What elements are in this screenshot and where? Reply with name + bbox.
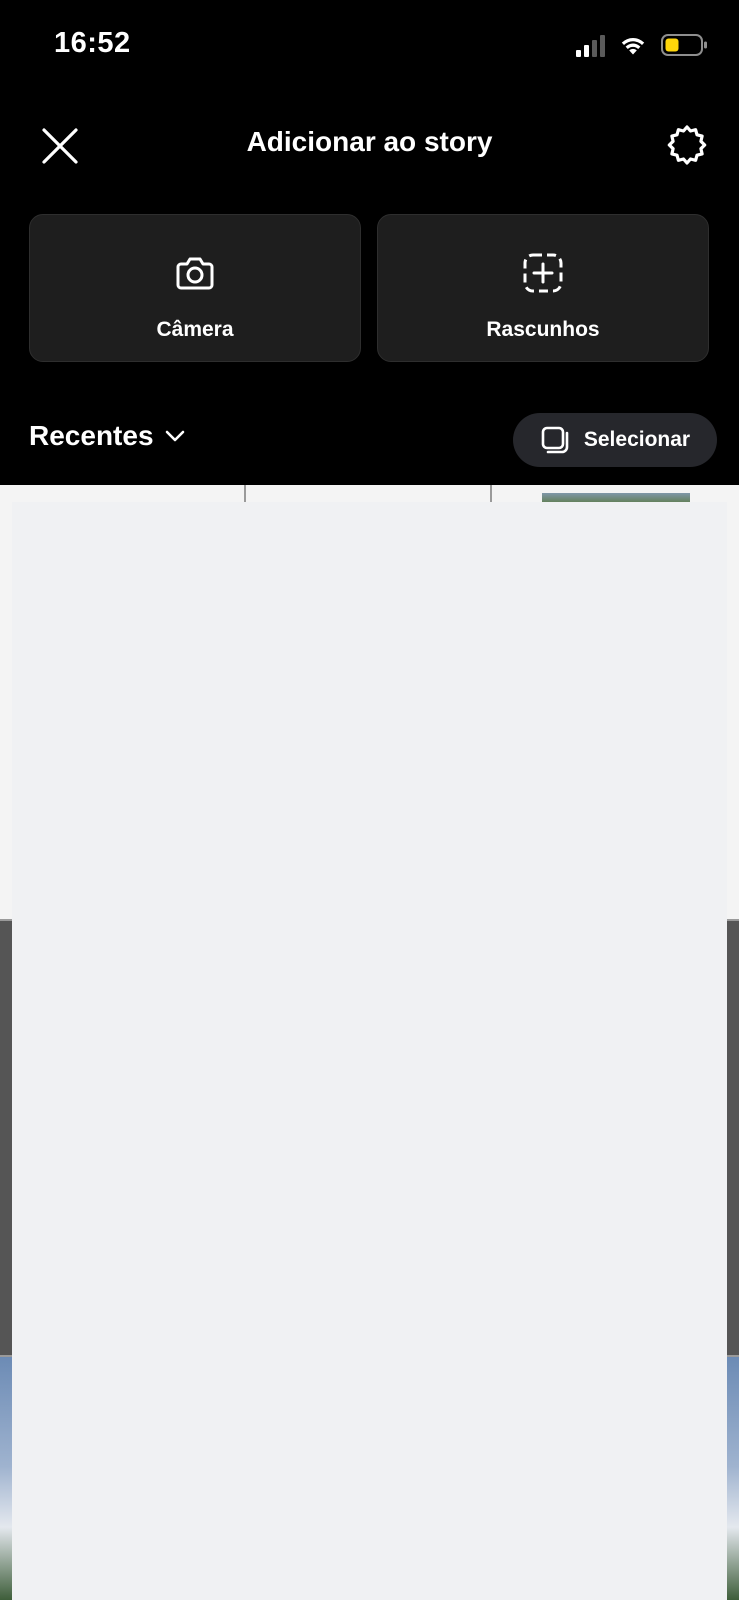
wifi-icon (621, 38, 645, 55)
battery-icon (661, 34, 707, 56)
drafts-label: Rascunhos (486, 318, 600, 341)
settings-gear-icon (667, 125, 707, 165)
status-time: 16:52 (54, 27, 131, 59)
status-bar: 16:52 (0, 0, 739, 90)
camera-label: Câmera (156, 318, 234, 341)
drafts-button[interactable]: Rascunhos (377, 214, 709, 362)
story-composer-screen: 16:52 Adicionar ao story Câmera Rascunho… (0, 0, 739, 1600)
settings-button[interactable] (665, 124, 709, 168)
select-label: Selecionar (583, 428, 691, 451)
album-selector[interactable]: Recentes (29, 420, 186, 452)
multi-select-icon (541, 426, 569, 454)
camera-icon (176, 257, 214, 290)
select-button[interactable]: Selecionar (513, 413, 717, 467)
album-title: Recentes (29, 420, 154, 451)
cellular-signal-icon (576, 33, 605, 57)
camera-button[interactable]: Câmera (29, 214, 361, 362)
gallery-loading-overlay (12, 502, 727, 1600)
status-icons (576, 30, 709, 60)
header: Adicionar ao story (0, 110, 739, 180)
chevron-down-icon (165, 430, 184, 442)
media-gallery (0, 485, 739, 1600)
page-title: Adicionar ao story (246, 126, 493, 157)
dashed-plus-square-icon (523, 253, 563, 293)
